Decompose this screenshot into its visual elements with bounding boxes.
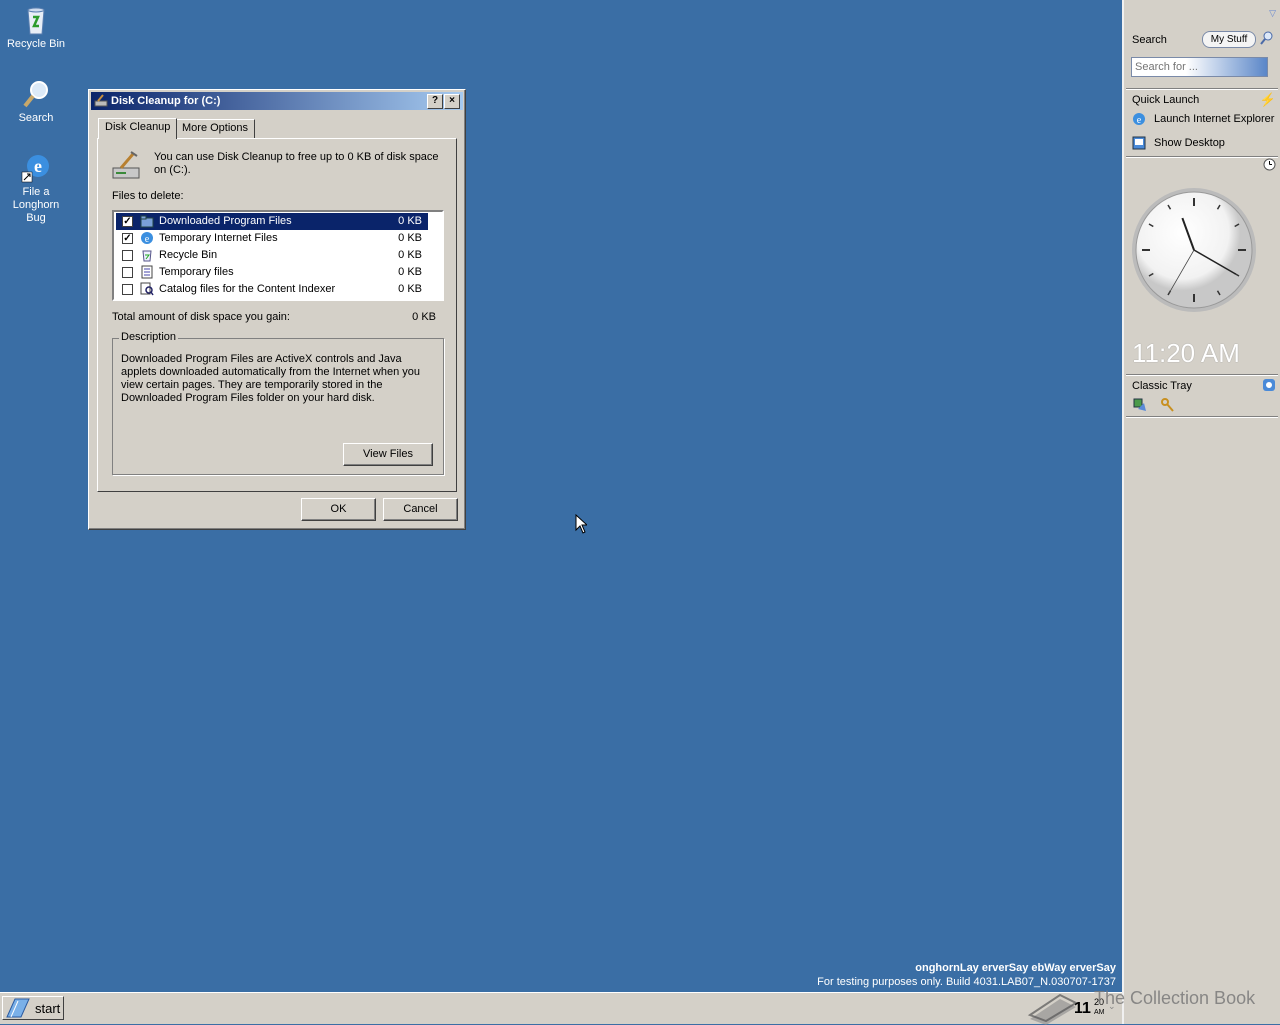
- disk-cleanup-dialog: Disk Cleanup for (C:) ? × Disk Cleanup M…: [88, 89, 466, 530]
- total-value: 0 KB: [412, 311, 436, 323]
- tray-clock-ampm: AM: [1094, 1009, 1105, 1016]
- quick-launch-item-label: Launch Internet Explorer: [1154, 113, 1275, 125]
- tray-network-icon[interactable]: [1132, 397, 1148, 416]
- file-size: 0 KB: [398, 249, 422, 261]
- list-item[interactable]: Temporary files 0 KB: [116, 264, 428, 281]
- tab-more-options[interactable]: More Options: [175, 119, 256, 138]
- document-icon: [140, 265, 154, 279]
- search-magnifier-icon[interactable]: [1260, 31, 1274, 48]
- files-list[interactable]: ✓ Downloaded Program Files 0 KB ✓ e Temp…: [112, 210, 444, 301]
- svg-text:e: e: [145, 234, 150, 245]
- desktop-icon-label: File a Longhorn Bug: [12, 186, 60, 224]
- close-button[interactable]: ×: [444, 94, 460, 109]
- cancel-button[interactable]: Cancel: [383, 498, 458, 521]
- tab-disk-cleanup[interactable]: Disk Cleanup: [98, 118, 178, 139]
- collection-watermark: The Collection Book: [1094, 988, 1256, 1008]
- view-files-button[interactable]: View Files: [343, 443, 433, 466]
- divider: [1126, 156, 1278, 158]
- list-item[interactable]: Catalog files for the Content Indexer 0 …: [116, 281, 428, 298]
- svg-text:e: e: [34, 156, 42, 176]
- total-label: Total amount of disk space you gain:: [112, 311, 290, 323]
- divider: [1126, 374, 1278, 376]
- build-watermark-title: onghornLay erverSay ebWay erverSay: [915, 962, 1116, 974]
- recycle-bin-icon: [140, 248, 154, 262]
- file-name: Temporary files: [159, 266, 234, 278]
- catalog-icon: [140, 282, 154, 296]
- file-name: Downloaded Program Files: [158, 213, 293, 230]
- help-button[interactable]: ?: [427, 94, 443, 109]
- ok-button[interactable]: OK: [301, 498, 376, 521]
- digital-clock: 11:20 AM: [1132, 338, 1240, 368]
- build-watermark-info: For testing purposes only. Build 4031.LA…: [817, 976, 1116, 988]
- disk-cleanup-icon: [94, 94, 108, 108]
- description-text: Downloaded Program Files are ActiveX con…: [121, 353, 421, 404]
- sidebar: ▽ Search My Stuff Quick Launch ⚡ e Launc…: [1122, 0, 1280, 1024]
- intro-text: You can use Disk Cleanup to free up to 0…: [154, 151, 439, 176]
- my-stuff-button[interactable]: My Stuff: [1202, 31, 1256, 48]
- description-title: Description: [119, 331, 179, 343]
- folder-icon: [140, 214, 154, 228]
- file-name: Temporary Internet Files: [159, 232, 278, 244]
- list-item[interactable]: Recycle Bin 0 KB: [116, 247, 428, 264]
- file-name: Recycle Bin: [159, 249, 218, 261]
- divider: [1126, 416, 1278, 418]
- file-size: 0 KB: [398, 266, 422, 278]
- desktop-icon-search[interactable]: Search: [0, 78, 72, 125]
- file-size: 0 KB: [398, 232, 422, 244]
- file-size: 0 KB: [398, 283, 422, 295]
- show-desktop-icon: [1132, 136, 1146, 150]
- list-item[interactable]: ✓ Downloaded Program Files 0 KB: [116, 213, 428, 230]
- internet-explorer-shortcut-icon: e: [20, 152, 52, 184]
- start-label: start: [35, 1001, 61, 1016]
- files-to-delete-label: Files to delete:: [112, 190, 184, 202]
- analog-clock: [1132, 188, 1256, 312]
- recycle-bin-icon: [20, 4, 52, 36]
- quick-launch-item-ie[interactable]: e Launch Internet Explorer: [1132, 112, 1280, 128]
- classic-tray-label: Classic Tray: [1132, 380, 1192, 392]
- desktop-icon-file-a-bug[interactable]: e File a Longhorn Bug: [0, 152, 72, 225]
- desktop-icon-label: Recycle Bin: [6, 38, 66, 50]
- list-item[interactable]: ✓ e Temporary Internet Files 0 KB: [116, 230, 428, 247]
- tray-clock-hour[interactable]: 11: [1074, 1000, 1091, 1018]
- mouse-cursor-icon: [575, 513, 589, 537]
- sidebar-menu-chevron-icon[interactable]: ▽: [1269, 8, 1276, 19]
- internet-files-icon: e: [140, 231, 154, 245]
- divider: [1126, 88, 1278, 90]
- search-label: Search: [1132, 34, 1167, 46]
- desktop-icon-label: Search: [18, 112, 54, 124]
- checkbox[interactable]: ✓: [122, 216, 133, 227]
- file-size: 0 KB: [398, 215, 422, 227]
- file-name: Catalog files for the Content Indexer: [159, 283, 336, 295]
- checkbox[interactable]: [122, 267, 133, 278]
- checkbox[interactable]: [122, 284, 133, 295]
- search-icon: [20, 78, 52, 110]
- taskbar: start 11 20 AM ⌄: [0, 992, 1122, 1025]
- checkbox[interactable]: ✓: [122, 233, 133, 244]
- start-button[interactable]: start: [2, 996, 64, 1020]
- internet-explorer-icon: e: [1133, 113, 1145, 126]
- clock-settings-icon[interactable]: [1263, 158, 1276, 174]
- quick-launch-item-show-desktop[interactable]: Show Desktop: [1132, 136, 1280, 152]
- quick-launch-label: Quick Launch: [1132, 94, 1200, 106]
- dialog-title: Disk Cleanup for (C:): [111, 95, 221, 107]
- quick-launch-item-label: Show Desktop: [1154, 137, 1225, 149]
- tray-keys-icon[interactable]: [1160, 397, 1176, 416]
- disk-drive-icon: [111, 150, 143, 182]
- dialog-titlebar[interactable]: Disk Cleanup for (C:) ? ×: [91, 92, 463, 110]
- start-logo-icon: [6, 998, 30, 1018]
- classic-tray-settings-icon[interactable]: [1262, 378, 1276, 395]
- checkbox[interactable]: [122, 250, 133, 261]
- lightning-icon[interactable]: ⚡: [1260, 92, 1276, 108]
- svg-text:e: e: [1137, 115, 1142, 126]
- desktop-icon-recycle-bin[interactable]: Recycle Bin: [0, 4, 72, 51]
- search-input[interactable]: [1131, 57, 1268, 77]
- description-group: Description Downloaded Program Files are…: [112, 331, 444, 475]
